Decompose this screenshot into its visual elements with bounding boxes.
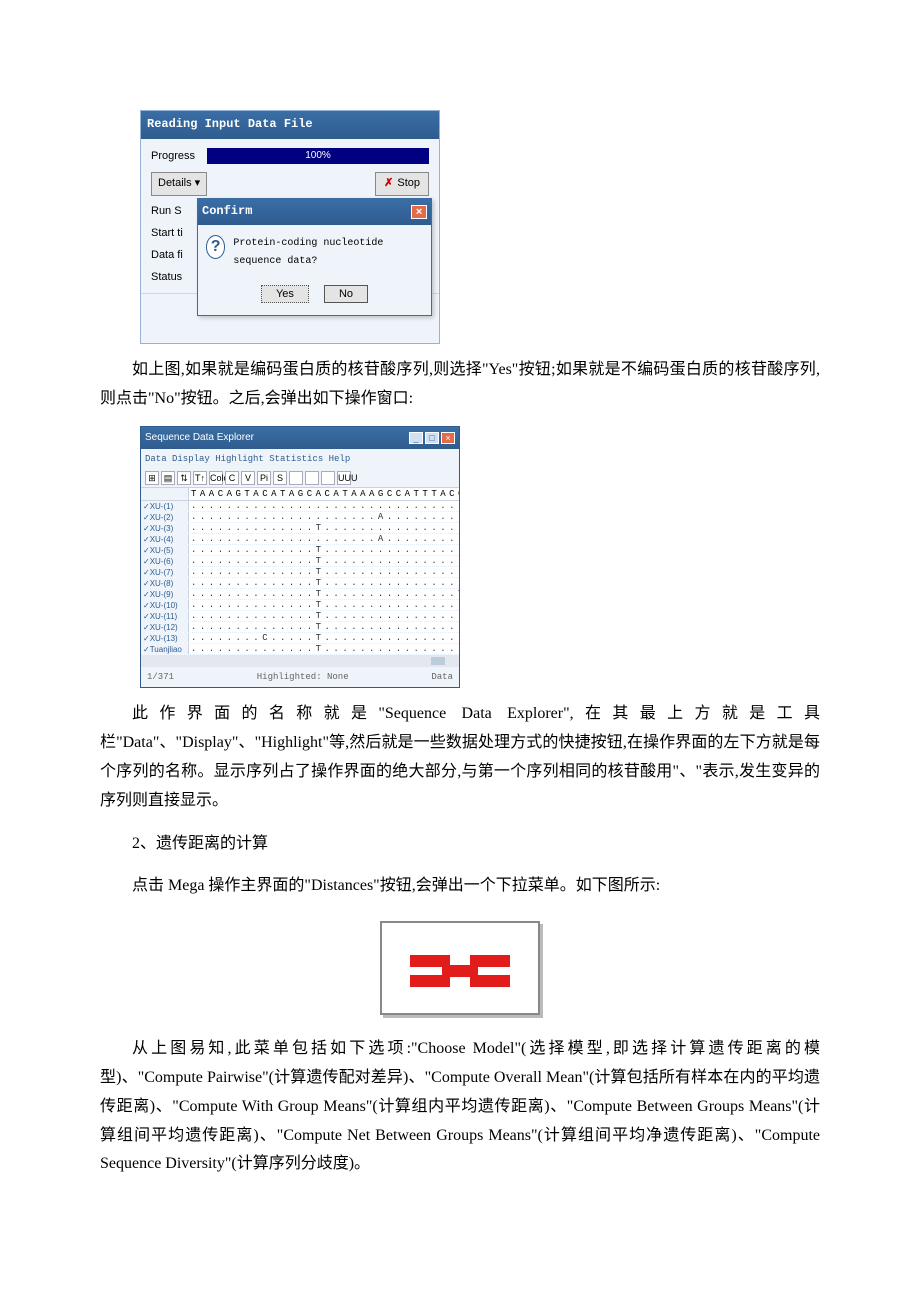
confirm-dialog: Confirm × ? Protein-coding nucleotide se… — [197, 198, 432, 315]
sequence-data: ..............T.........................… — [189, 567, 459, 577]
stop-button[interactable]: ✗ Stop — [375, 172, 429, 196]
sequence-name: ✓XU-(1) — [141, 501, 189, 511]
sequence-name: ✓XU-(4) — [141, 534, 189, 544]
field-label: Status — [151, 268, 196, 288]
reference-sequence: TAACAGTACATAGCACATAAAGCCATTTACCGTACATAC — [189, 488, 459, 500]
details-button[interactable]: Details ▾ — [151, 172, 207, 196]
field-label: Run S — [151, 202, 196, 222]
sequence-row[interactable]: ✓XU-(4).....................A...........… — [141, 534, 459, 545]
sequence-data: ..............T.........................… — [189, 545, 459, 555]
stop-x-icon: ✗ — [384, 174, 393, 194]
body-paragraph: 此作界面的名称就是"Sequence Data Explorer",在其最上方就… — [100, 700, 820, 815]
question-icon: ? — [206, 235, 225, 259]
sequence-data: ..............T.........................… — [189, 523, 459, 533]
footer-highlighted: Highlighted: None — [257, 669, 349, 685]
reading-input-dialog: Reading Input Data File Progress 100% De… — [140, 110, 440, 344]
sequence-row[interactable]: ✓XU-(7)..............T..................… — [141, 567, 459, 578]
sequence-row[interactable]: ✓XU-(8)..............T..................… — [141, 578, 459, 589]
toolbar-button[interactable]: Color — [209, 471, 223, 485]
sequence-name: ✓Tuanjliao — [141, 644, 189, 654]
minimize-icon[interactable]: _ — [409, 432, 423, 444]
horizontal-scrollbar[interactable] — [141, 655, 459, 667]
sequence-row[interactable]: ✓Tuanjliao..............T...............… — [141, 644, 459, 655]
sequence-name: ✓XU-(12) — [141, 622, 189, 632]
sequence-name: ✓XU-(7) — [141, 567, 189, 577]
sequence-row[interactable]: ✓XU-(2).....................A...........… — [141, 512, 459, 523]
maximize-icon[interactable]: □ — [425, 432, 439, 444]
sequence-data: ..............T.........................… — [189, 556, 459, 566]
confirm-title: Confirm — [202, 201, 252, 223]
sequence-data: ..............T................T........… — [189, 644, 459, 654]
sequence-row[interactable]: ✓XU-(6)..............T..................… — [141, 556, 459, 567]
sequence-row[interactable]: ✓XU-(1).................................… — [141, 501, 459, 512]
body-paragraph: 从上图易知,此菜单包括如下选项:"Choose Model"(选择模型,即选择计… — [100, 1035, 820, 1179]
sequence-name: ✓XU-(9) — [141, 589, 189, 599]
stop-label: Stop — [397, 174, 420, 194]
toolbar-button[interactable]: S — [273, 471, 287, 485]
sequence-data: ..............T.........................… — [189, 611, 459, 621]
sequence-data: ..............T.........................… — [189, 600, 459, 610]
toolbar-button[interactable]: V — [241, 471, 255, 485]
sequence-data: ..............T.........................… — [189, 578, 459, 588]
toolbar-button[interactable]: UUU — [337, 471, 351, 485]
sequence-name: ✓XU-(5) — [141, 545, 189, 555]
sequence-data-explorer: Sequence Data Explorer _ □ × Data Displa… — [140, 426, 460, 688]
sequence-name: ✓XU-(3) — [141, 523, 189, 533]
sde-toolbar: ⊞▤⇅T↑ColorCVPiS UUU — [141, 469, 459, 488]
body-paragraph: 点击 Mega 操作主界面的"Distances"按钮,会弹出一个下拉菜单。如下… — [100, 872, 820, 901]
toolbar-button[interactable] — [305, 471, 319, 485]
toolbar-button[interactable] — [289, 471, 303, 485]
yes-button[interactable]: Yes — [261, 285, 309, 303]
field-label: Data fi — [151, 246, 196, 266]
sequence-data: ..............T.........................… — [189, 622, 459, 632]
sequence-data: .....................A..................… — [189, 512, 459, 522]
sequence-name: ✓XU-(8) — [141, 578, 189, 588]
sequence-name: ✓XU-(6) — [141, 556, 189, 566]
sequence-row[interactable]: ✓XU-(5)..............T..................… — [141, 545, 459, 556]
close-icon[interactable]: × — [411, 205, 427, 219]
progress-bar: 100% — [207, 148, 429, 164]
toolbar-button[interactable]: Pi — [257, 471, 271, 485]
toolbar-button[interactable]: C — [225, 471, 239, 485]
confirm-message: Protein-coding nucleotide sequence data? — [233, 235, 423, 271]
sequence-name: ✓XU-(10) — [141, 600, 189, 610]
sde-title: Sequence Data Explorer — [145, 429, 254, 447]
sequence-name: ✓XU-(13) — [141, 633, 189, 643]
close-icon[interactable]: × — [441, 432, 455, 444]
sequence-row[interactable]: ✓XU-(11)..............T.................… — [141, 611, 459, 622]
footer-data: Data — [431, 669, 453, 685]
sequence-data: ........C.....T.........................… — [189, 633, 459, 643]
sequence-row[interactable]: ✓XU-(3)..............T..................… — [141, 523, 459, 534]
footer-position: 1/371 — [147, 669, 174, 685]
toolbar-button[interactable]: ⊞ — [145, 471, 159, 485]
toolbar-button[interactable]: ▤ — [161, 471, 175, 485]
grid-corner — [141, 488, 189, 500]
sequence-row[interactable]: ✓XU-(10)..............T.................… — [141, 600, 459, 611]
sequence-row[interactable]: ✓XU-(13)........C.....T.................… — [141, 633, 459, 644]
sequence-data: ........................................… — [189, 501, 459, 511]
distances-menu-figure — [380, 921, 540, 1015]
sequence-row[interactable]: ✓XU-(9)..............T...............T..… — [141, 589, 459, 600]
sequence-row[interactable]: ✓XU-(12)..............T.................… — [141, 622, 459, 633]
sequence-data: .....................A..................… — [189, 534, 459, 544]
sequence-name: ✓XU-(2) — [141, 512, 189, 522]
reading-dialog-title: Reading Input Data File — [141, 111, 439, 139]
body-paragraph: 如上图,如果就是编码蛋白质的核苷酸序列,则选择"Yes"按钮;如果就是不编码蛋白… — [100, 356, 820, 414]
section-heading: 2、遗传距离的计算 — [100, 830, 820, 859]
progress-label: Progress — [151, 147, 201, 167]
no-button[interactable]: No — [324, 285, 368, 303]
toolbar-button[interactable]: ⇅ — [177, 471, 191, 485]
sde-menu[interactable]: Data Display Highlight Statistics Help — [141, 449, 459, 469]
sequence-name: ✓XU-(11) — [141, 611, 189, 621]
toolbar-button[interactable] — [321, 471, 335, 485]
toolbar-button[interactable]: T↑ — [193, 471, 207, 485]
sequence-data: ..............T...............T.........… — [189, 589, 459, 599]
field-label: Start ti — [151, 224, 196, 244]
